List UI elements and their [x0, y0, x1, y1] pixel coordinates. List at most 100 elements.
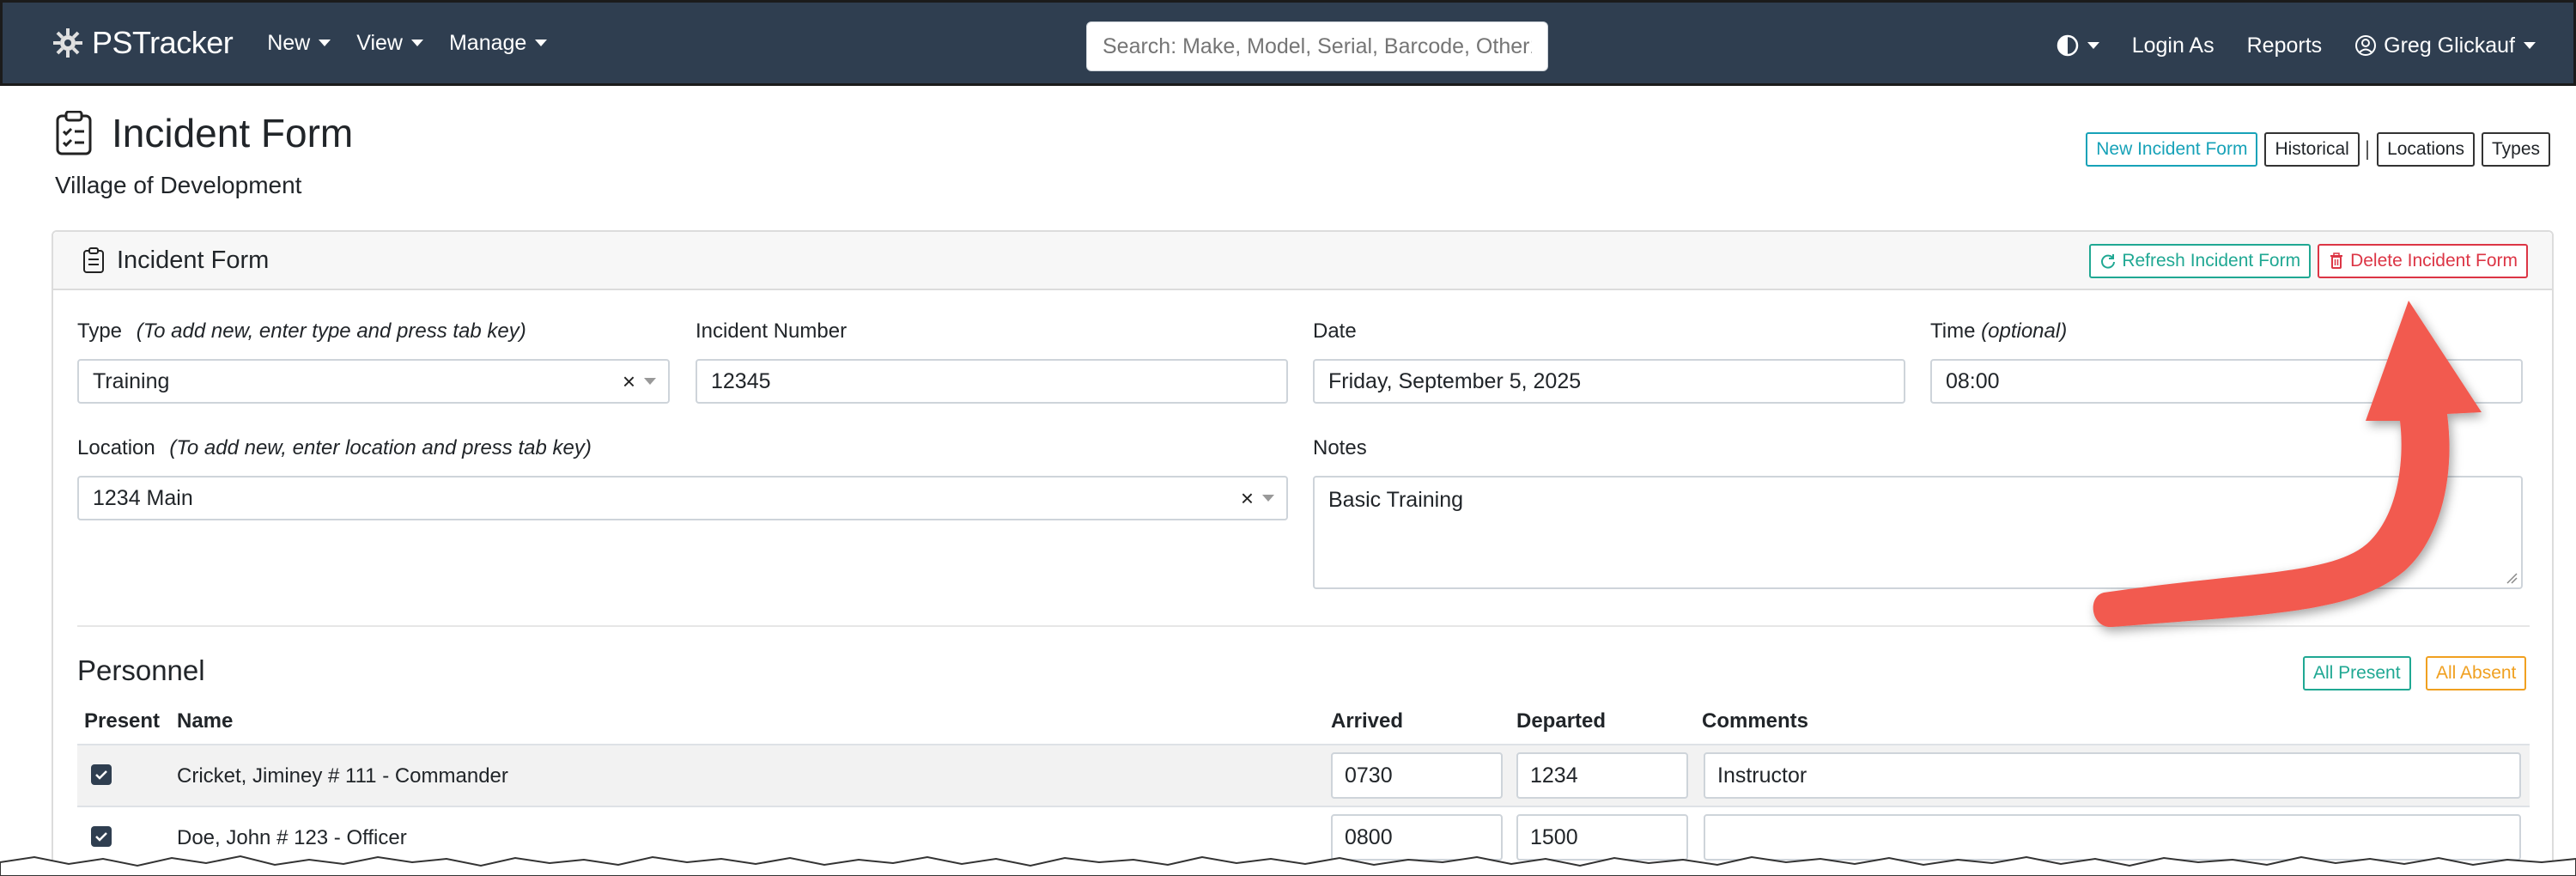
clear-icon[interactable]: × — [1241, 485, 1254, 512]
brand[interactable]: PSTracker — [51, 25, 234, 61]
new-incident-form-button[interactable]: New Incident Form — [2086, 132, 2258, 167]
col-arrived: Arrived — [1331, 709, 1404, 733]
departed-input[interactable]: 1234 — [1516, 752, 1688, 799]
departed-value: 1234 — [1530, 763, 1578, 788]
clipboard-check-icon — [56, 111, 92, 155]
theme-toggle-dropdown[interactable] — [2057, 34, 2099, 57]
chevron-down-icon[interactable] — [644, 378, 656, 385]
torn-edge — [0, 855, 2576, 876]
type-select-value: Training — [93, 368, 170, 393]
present-checkbox[interactable] — [91, 826, 112, 847]
top-navbar: PSTracker New View Manage Login As Repor… — [0, 0, 2576, 86]
section-divider — [77, 625, 2530, 627]
page-title: Incident Form — [112, 111, 354, 155]
caret-down-icon — [2524, 42, 2536, 49]
nav-view-dropdown[interactable]: View — [356, 31, 423, 56]
date-value: Friday, September 5, 2025 — [1328, 368, 1582, 393]
incident-form-card: Incident Form Refresh Incident Form Dele… — [52, 230, 2554, 876]
locations-button[interactable]: Locations — [2377, 132, 2475, 167]
delete-label: Delete Incident Form — [2350, 251, 2518, 271]
personnel-name: Doe, John # 123 - Officer — [177, 826, 407, 849]
reports-link[interactable]: Reports — [2247, 33, 2323, 58]
header-buttons: New Incident Form Historical | Locations… — [2079, 132, 2550, 167]
time-input[interactable]: 08:00 — [1930, 359, 2523, 404]
chevron-down-icon[interactable] — [1262, 495, 1274, 502]
departed-value: 1500 — [1530, 824, 1578, 849]
caret-down-icon — [2087, 42, 2099, 49]
location-select-controls: × — [1241, 478, 1274, 519]
refresh-label: Refresh Incident Form — [2122, 251, 2301, 271]
type-hint: (To add new, enter type and press tab ke… — [136, 319, 526, 343]
time-label: Time (optional) — [1930, 319, 2067, 344]
present-checkbox[interactable] — [91, 764, 112, 785]
date-input[interactable]: Friday, September 5, 2025 — [1313, 359, 1905, 404]
arrived-input[interactable]: 0730 — [1331, 752, 1503, 799]
clear-icon[interactable]: × — [623, 368, 635, 395]
incident-number-label: Incident Number — [696, 319, 848, 343]
type-select[interactable]: Training × — [77, 359, 670, 404]
location-select[interactable]: 1234 Main × — [77, 476, 1288, 520]
caret-down-icon — [535, 40, 548, 46]
button-separator: | — [2364, 137, 2371, 161]
comments-input[interactable]: Instructor — [1704, 752, 2521, 799]
time-label-text: Time — [1930, 319, 1976, 343]
user-circle-icon — [2355, 35, 2377, 56]
notes-textarea[interactable]: Basic Training — [1313, 476, 2523, 589]
incident-number-value: 12345 — [711, 368, 771, 393]
page-title-row: Incident Form — [55, 110, 353, 156]
incident-number-input[interactable]: 12345 — [696, 359, 1288, 404]
all-present-button[interactable]: All Present — [2303, 656, 2411, 690]
time-hint: (optional) — [1981, 319, 2068, 343]
types-button[interactable]: Types — [2481, 132, 2550, 167]
col-comments: Comments — [1702, 709, 1809, 733]
clipboard-icon — [83, 247, 104, 273]
nav-manage-dropdown[interactable]: Manage — [448, 30, 548, 56]
location-hint: (To add new, enter location and press ta… — [169, 436, 592, 459]
caret-down-icon — [410, 40, 423, 46]
checkmark-icon — [95, 832, 107, 842]
comments-value: Instructor — [1717, 763, 1807, 788]
resize-grip-icon[interactable] — [2506, 572, 2518, 584]
col-departed: Departed — [1516, 709, 1607, 733]
refresh-incident-form-button[interactable]: Refresh Incident Form — [2089, 244, 2312, 278]
contrast-icon — [2057, 34, 2078, 57]
login-as-link[interactable]: Login As — [2132, 33, 2215, 58]
location-label-text: Location — [77, 436, 155, 459]
arrived-value: 0730 — [1345, 763, 1393, 788]
search-input[interactable] — [1086, 21, 1548, 71]
nav-new-dropdown[interactable]: New — [267, 31, 331, 56]
historical-button[interactable]: Historical — [2264, 132, 2360, 167]
type-select-controls: × — [623, 361, 656, 402]
notes-value: Basic Training — [1328, 488, 1464, 512]
table-row: Cricket, Jiminey # 111 - Commander 0730 … — [77, 744, 2530, 806]
nav-new-label: New — [267, 30, 311, 55]
nav-right: Login As Reports Greg Glickauf — [2024, 3, 2536, 88]
col-present: Present — [84, 709, 161, 733]
page-subtitle: Village of Development — [55, 172, 302, 198]
card-title: Incident Form — [117, 246, 270, 274]
date-label: Date — [1313, 319, 1357, 343]
trash-icon — [2330, 252, 2343, 269]
caret-down-icon — [319, 40, 331, 46]
nav-manage-label: Manage — [448, 30, 527, 55]
type-label-text: Type — [77, 319, 123, 343]
col-name: Name — [177, 709, 234, 733]
personnel-title: Personnel — [77, 654, 205, 686]
location-label: Location (To add new, enter location and… — [77, 436, 592, 460]
user-name: Greg Glickauf — [2384, 33, 2515, 58]
location-select-value: 1234 Main — [93, 485, 193, 510]
type-label: Type (To add new, enter type and press t… — [77, 319, 526, 344]
time-value: 08:00 — [1946, 368, 2000, 393]
arrived-value: 0800 — [1345, 824, 1393, 849]
checkmark-icon — [95, 770, 107, 780]
brand-name: PSTracker — [92, 25, 234, 60]
notes-label: Notes — [1313, 436, 1367, 459]
delete-incident-form-button[interactable]: Delete Incident Form — [2318, 244, 2528, 278]
card-actions: Refresh Incident Form Delete Incident Fo… — [2082, 244, 2528, 278]
refresh-icon — [2101, 254, 2116, 269]
all-absent-button[interactable]: All Absent — [2426, 656, 2527, 690]
nav-menu: New View Manage — [267, 31, 573, 56]
gear-logo-icon — [53, 28, 82, 58]
card-header: Incident Form Refresh Incident Form Dele… — [53, 232, 2552, 290]
user-menu-dropdown[interactable]: Greg Glickauf — [2354, 33, 2536, 58]
